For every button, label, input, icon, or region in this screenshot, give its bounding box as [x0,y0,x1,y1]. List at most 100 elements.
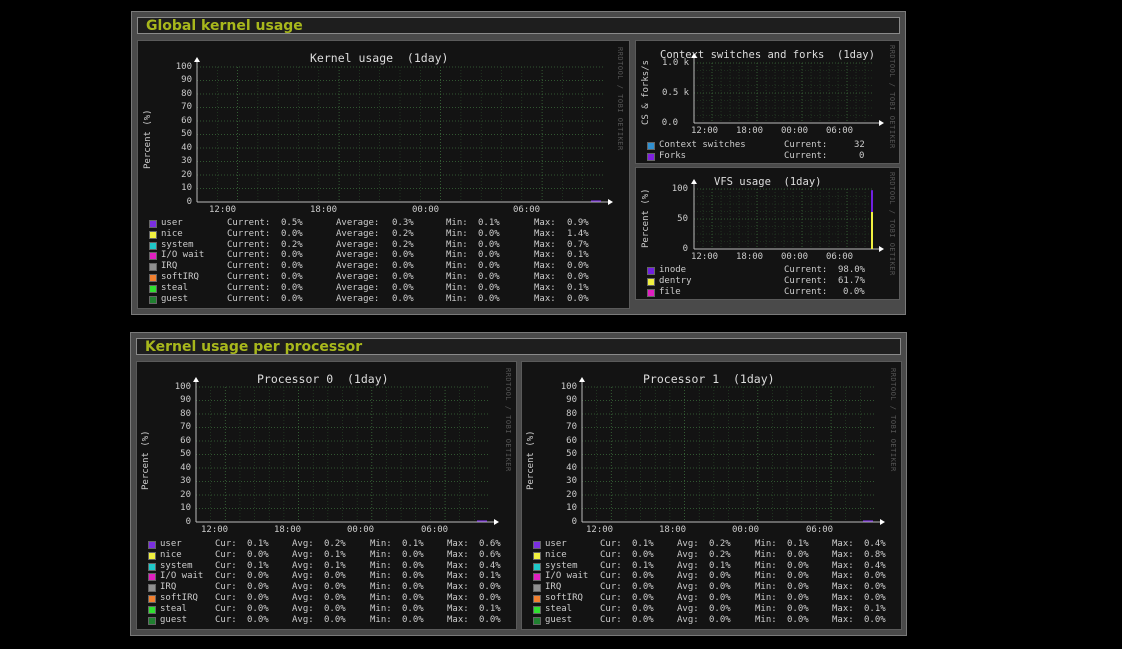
avg-value: 0.0% [392,282,414,293]
cur-value: 61.7% [838,275,866,286]
min-value: 0.1% [478,218,500,228]
min-value: 0.0% [478,271,500,282]
min-label: Min: [370,549,392,560]
legend-row-system: system Current: 0.2% Average: 0.2% Min: 0.0% Ma… [149,240,619,251]
avg-value: 0.2% [392,228,414,239]
y-axis-label: Percent (%) [526,430,536,490]
max-value: 0.0% [567,293,589,304]
cur-value: 0.0% [281,228,303,239]
min-value: 0.0% [478,228,500,239]
max-label: Max: [447,603,469,614]
cur-label: Cur: [600,592,622,603]
min-value: 0.0% [787,592,809,603]
x-axis-arrow [879,120,884,126]
x-tick: 12:00 [691,126,719,136]
legend-swatch [148,551,156,560]
min-value: 0.0% [787,603,809,614]
max-label: Max: [447,560,469,571]
max-value: 1.4% [567,228,589,239]
legend-swatch [148,605,156,614]
avg-value: 0.0% [709,592,731,603]
min-label: Min: [755,539,777,549]
cur-value: 0.5% [281,218,303,228]
cur-label: Current: [784,275,828,286]
cur-label: Cur: [600,539,622,549]
y-tick: 60 [181,116,192,126]
x-tick: 12:00 [201,525,229,535]
avg-label: Avg: [292,560,314,571]
cur-label: Current: [227,228,271,239]
avg-label: Average: [336,282,380,293]
legend-row-iowait: I/O wait Current: 0.0% Average: 0.0% Min: 0.0%… [149,250,619,261]
legend-name: softIRQ [545,592,583,603]
legend-row-iowait: I/O wait Cur: 0.0% Avg: 0.0% Min: 0.0% Max: 0.0% [533,571,893,582]
min-label: Min: [446,218,468,228]
min-value: 0.0% [478,293,500,304]
avg-value: 0.0% [324,603,346,614]
rrdtool-watermark: RRDTOOL / TOBI OETIKER [888,172,896,276]
x-tick: 06:00 [826,126,854,136]
avg-label: Avg: [677,614,699,625]
x-tick: 12:00 [209,205,237,215]
rrdtool-watermark: RRDTOOL / TOBI OETIKER [616,47,624,151]
legend-name: inode [659,265,687,275]
legend-swatch [149,295,157,304]
legend-name: user [160,539,182,549]
max-label: Max: [534,261,556,272]
max-label: Max: [832,571,854,582]
legend-name: I/O wait [160,571,204,582]
max-label: Max: [534,250,556,261]
avg-label: Avg: [677,582,699,593]
processor-0-graph[interactable]: Processor 0 (1day) Percent (%) RRDTOOL /… [136,361,517,630]
legend-row-irq: IRQ Current: 0.0% Average: 0.0% Min: 0.0% Max: 0… [149,261,619,272]
rrdtool-watermark: RRDTOOL / TOBI OETIKER [888,45,896,149]
x-axis-arrow [608,199,613,205]
min-label: Min: [446,261,468,272]
legend-row-context-switches: Context switches Current: 32 [647,140,887,151]
min-value: 0.0% [402,560,424,571]
cur-value: 0.0% [632,549,654,560]
cur-value: 0.1% [632,560,654,571]
min-value: 0.0% [478,282,500,293]
max-label: Max: [534,228,556,239]
cur-label: Cur: [600,614,622,625]
legend-row-dentry: dentry Current: 61.7% [647,276,887,287]
min-value: 0.0% [402,614,424,625]
min-label: Min: [370,614,392,625]
context-switches-graph[interactable]: Context switches and forks (1day) CS & f… [635,40,900,164]
legend-name: I/O wait [545,571,589,582]
min-label: Min: [370,582,392,593]
cur-label: Cur: [215,614,237,625]
y-tick: 50 [566,449,577,459]
legend-row-guest: guest Cur: 0.0% Avg: 0.0% Min: 0.0% Max: 0.0% [148,615,508,626]
cur-value: 0.1% [632,539,654,549]
max-label: Max: [447,549,469,560]
vfs-usage-graph[interactable]: VFS usage (1day) Percent (%) RRDTOOL / T… [635,167,900,300]
legend-row-user: user Cur: 0.1% Avg: 0.2% Min: 0.1% Max: 0.4% [533,539,893,550]
y-tick: 50 [180,449,191,459]
avg-value: 0.0% [709,614,731,625]
avg-value: 0.0% [324,571,346,582]
cur-label: Current: [227,271,271,282]
y-tick: 30 [180,476,191,486]
cs-legend: Context switches Current: 32 Forks Current:… [647,140,887,162]
min-label: Min: [370,571,392,582]
y-axis-arrow [193,377,199,382]
cur-value: 0.0% [281,271,303,282]
max-value: 0.4% [479,560,501,571]
legend-swatch [533,594,541,603]
y-tick: 20 [566,490,577,500]
max-value: 0.6% [479,549,501,560]
cur-label: Cur: [600,603,622,614]
avg-value: 0.3% [392,218,414,228]
avg-value: 0.0% [392,261,414,272]
avg-label: Avg: [677,592,699,603]
max-value: 0.6% [479,539,501,549]
max-value: 0.1% [567,250,589,261]
cur-label: Cur: [600,560,622,571]
max-value: 0.0% [479,614,501,625]
kernel-usage-graph[interactable]: Kernel usage (1day) Percent (%) RRDTOOL … [137,40,630,309]
processor-1-graph[interactable]: Processor 1 (1day) Percent (%) RRDTOOL /… [521,361,902,630]
y-tick: 100 [175,62,192,72]
cur-label: Cur: [215,539,237,549]
